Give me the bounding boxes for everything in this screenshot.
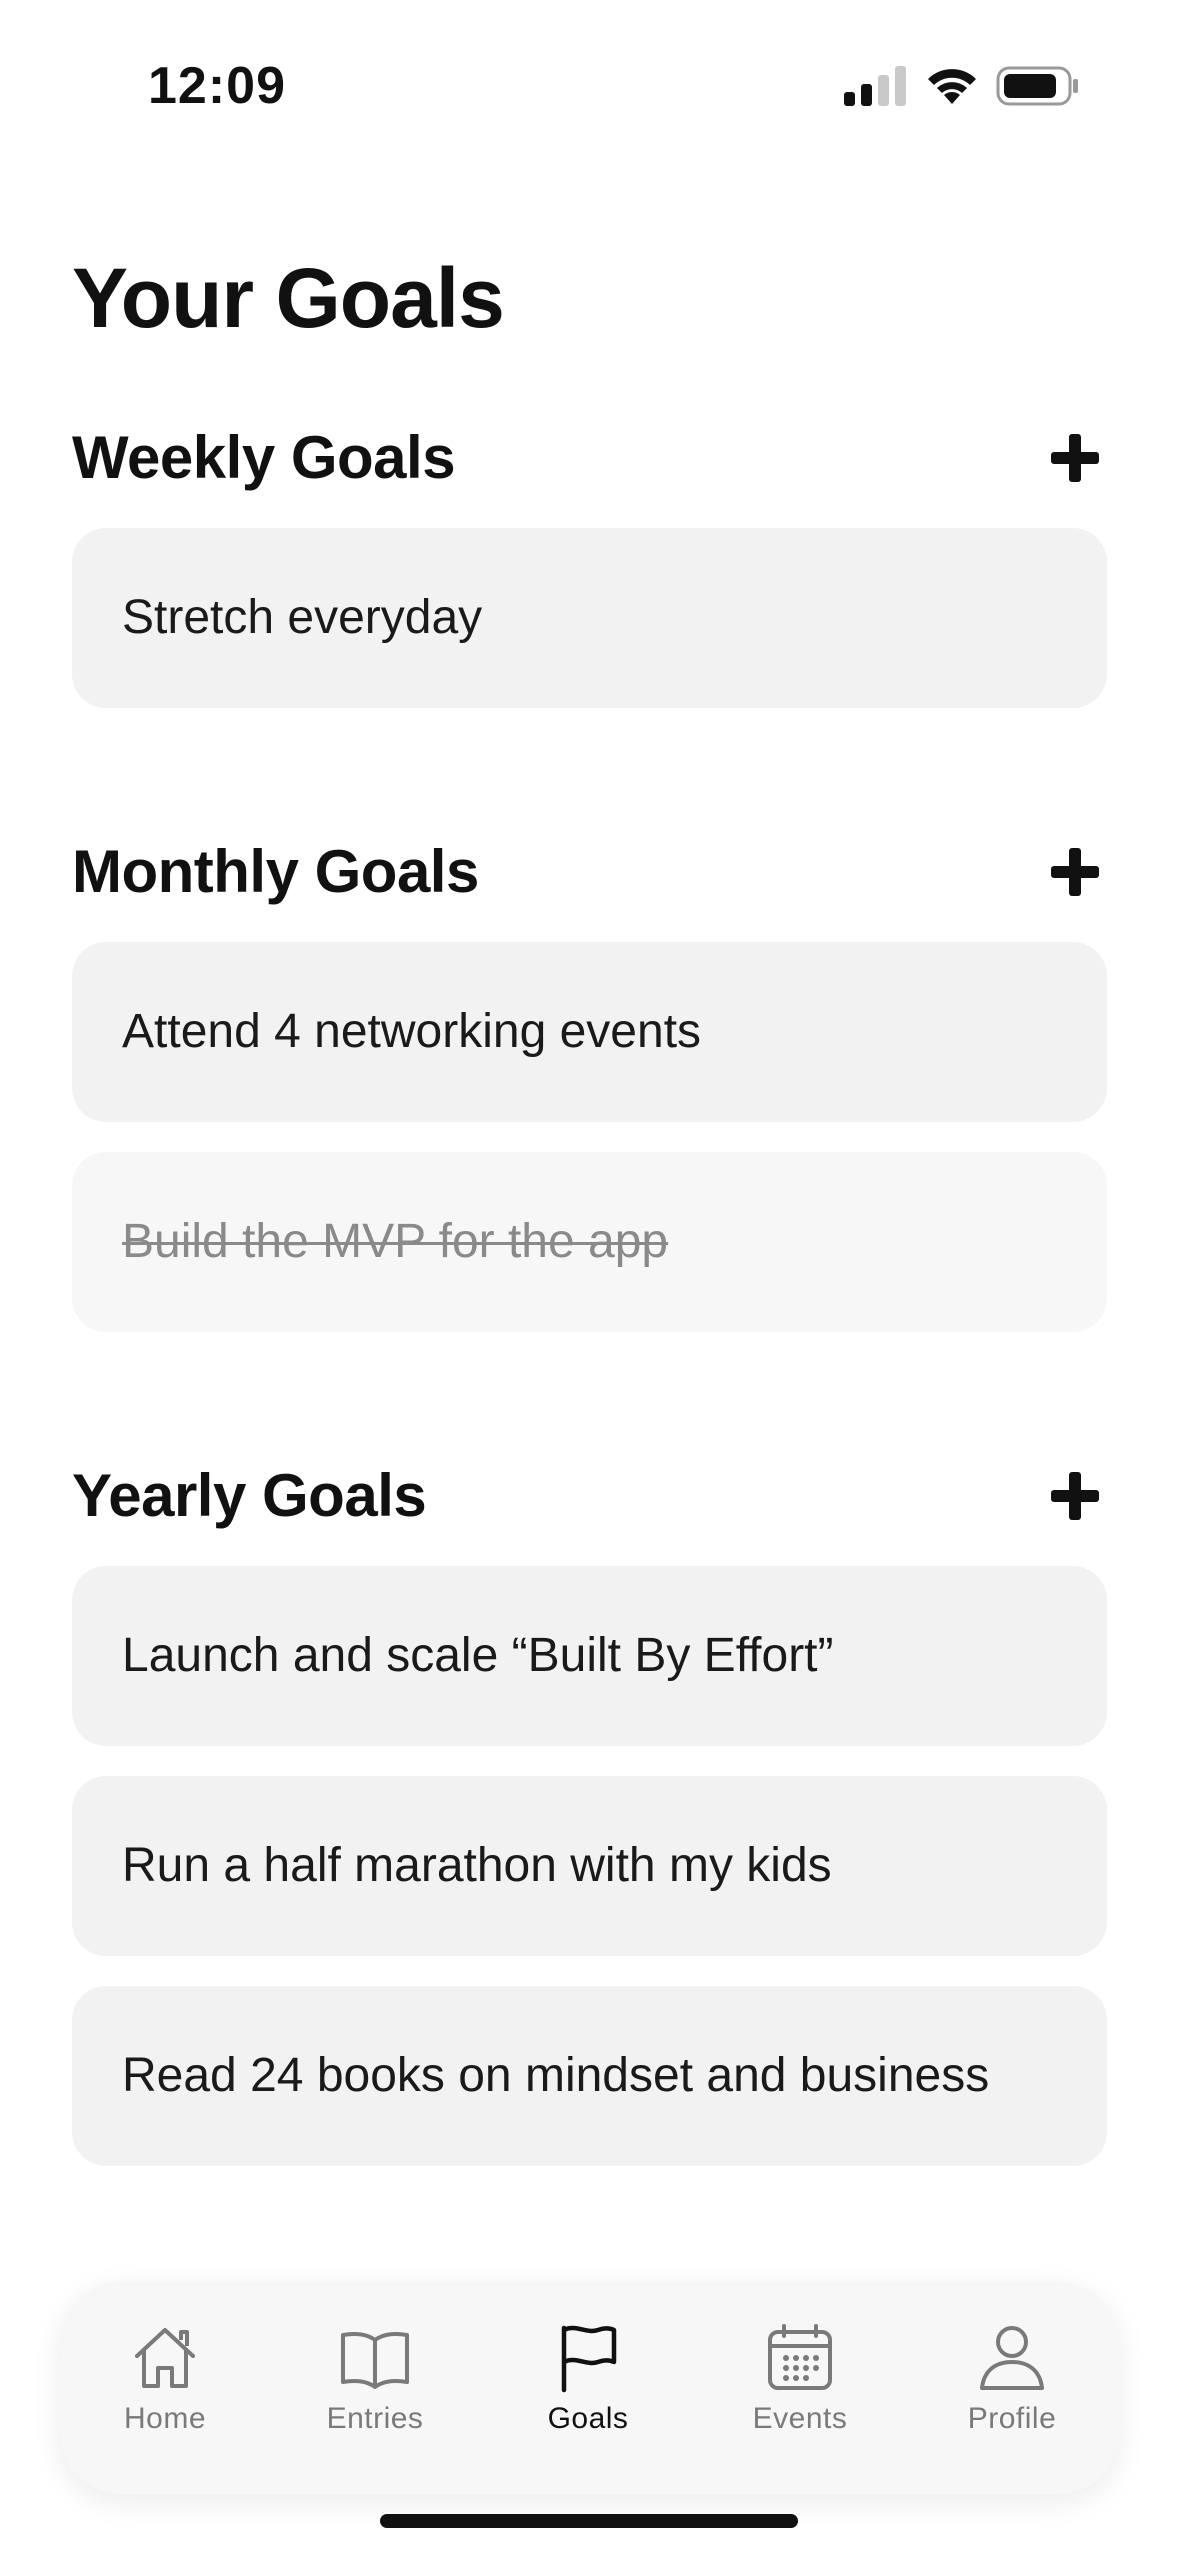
goal-text: Stretch everyday xyxy=(122,591,483,644)
yearly-goals-section: Yearly Goals Launch and scale “Built By … xyxy=(72,1456,1107,2166)
goal-card[interactable]: Read 24 books on mindset and business xyxy=(72,1986,1107,2166)
home-indicator xyxy=(380,2514,798,2528)
plus-icon xyxy=(1051,1472,1099,1520)
tab-profile[interactable]: Profile xyxy=(912,2282,1112,2494)
section-title: Weekly Goals xyxy=(72,424,456,491)
weekly-goals-section: Weekly Goals Stretch everyday xyxy=(72,418,1107,708)
goal-text-completed: Build the MVP for the app xyxy=(122,1215,669,1268)
battery-icon xyxy=(996,66,1078,106)
tab-label: Profile xyxy=(967,2402,1057,2435)
tab-goals[interactable]: Goals xyxy=(488,2282,688,2494)
plus-icon xyxy=(1051,434,1099,482)
section-header: Weekly Goals xyxy=(72,418,1107,498)
goal-text: Run a half marathon with my kids xyxy=(122,1839,832,1892)
section-title: Monthly Goals xyxy=(72,838,479,905)
tab-label: Entries xyxy=(326,2402,424,2435)
goals-screen: 12:09 Your Goals Weekly Goals Stretch ev… xyxy=(0,0,1179,2556)
wifi-icon xyxy=(928,69,976,104)
goal-text: Attend 4 networking events xyxy=(122,1005,702,1058)
monthly-goals-section: Monthly Goals Attend 4 networking events… xyxy=(72,832,1107,1332)
flag-icon xyxy=(561,2325,617,2393)
home-icon xyxy=(135,2328,195,2388)
cellular-signal-icon xyxy=(844,66,906,106)
tab-label: Goals xyxy=(547,2402,629,2435)
goal-card[interactable]: Run a half marathon with my kids xyxy=(72,1776,1107,1956)
add-weekly-goal-button[interactable] xyxy=(1043,426,1107,490)
tab-label: Home xyxy=(123,2402,207,2435)
status-bar: 12:09 xyxy=(0,0,1179,160)
section-header: Monthly Goals xyxy=(72,832,1107,912)
tab-label: Events xyxy=(752,2402,848,2435)
goal-card[interactable]: Stretch everyday xyxy=(72,528,1107,708)
book-icon xyxy=(341,2332,409,2389)
page-title: Your Goals xyxy=(72,251,505,345)
goal-card[interactable]: Launch and scale “Built By Effort” xyxy=(72,1566,1107,1746)
add-yearly-goal-button[interactable] xyxy=(1043,1464,1107,1528)
person-icon xyxy=(980,2326,1044,2390)
section-header: Yearly Goals xyxy=(72,1456,1107,1536)
status-time: 12:09 xyxy=(148,57,286,115)
goal-text: Launch and scale “Built By Effort” xyxy=(122,1629,834,1682)
goal-card[interactable]: Attend 4 networking events xyxy=(72,942,1107,1122)
tab-entries[interactable]: Entries xyxy=(275,2282,475,2494)
tab-home[interactable]: Home xyxy=(65,2282,265,2494)
add-monthly-goal-button[interactable] xyxy=(1043,840,1107,904)
section-title: Yearly Goals xyxy=(72,1462,427,1529)
goal-text: Read 24 books on mindset and business xyxy=(122,2049,990,2102)
plus-icon xyxy=(1051,848,1099,896)
completed-goal-card[interactable]: Build the MVP for the app xyxy=(72,1152,1107,1332)
calendar-icon xyxy=(768,2324,832,2390)
tab-bar: Home Entries Goals Events Profile xyxy=(60,2282,1119,2494)
tab-events[interactable]: Events xyxy=(700,2282,900,2494)
